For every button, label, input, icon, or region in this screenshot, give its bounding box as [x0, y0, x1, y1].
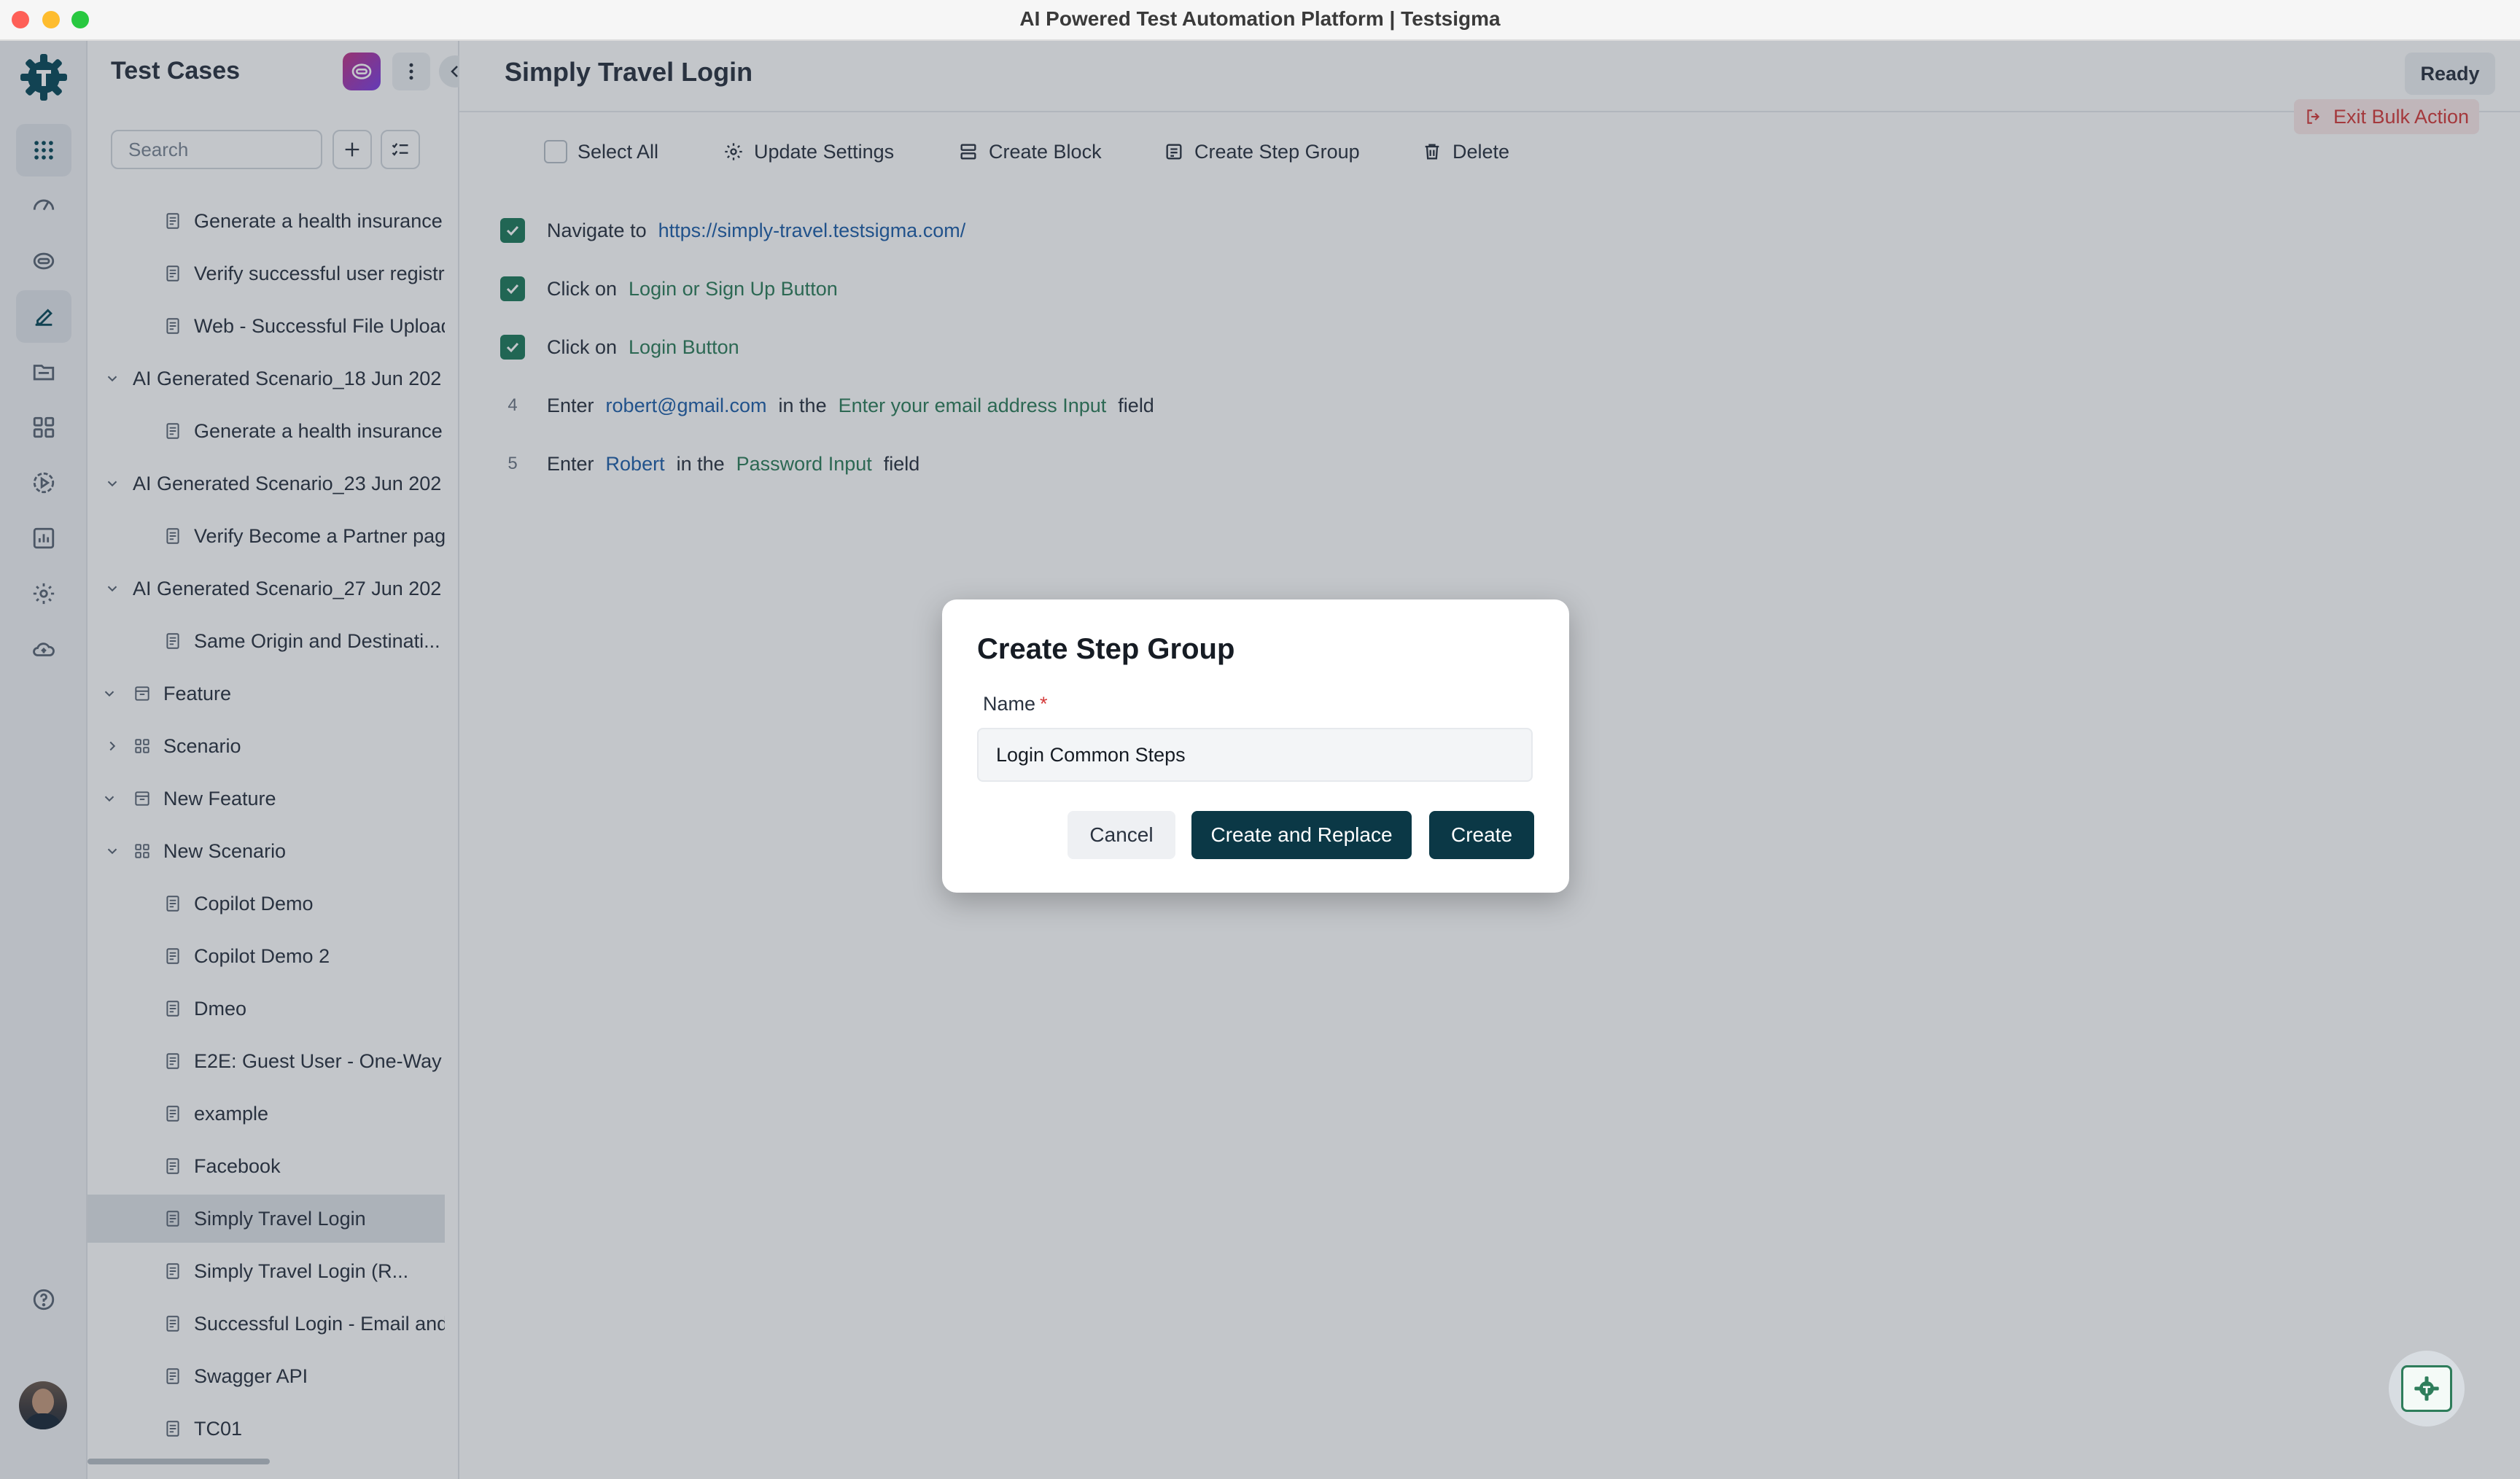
cancel-button[interactable]: Cancel	[1068, 811, 1175, 859]
window-titlebar: AI Powered Test Automation Platform | Te…	[0, 0, 2520, 41]
create-step-group-dialog: Create Step Group Name* Cancel Create an…	[942, 599, 1569, 893]
name-field-label: Name *	[983, 693, 1048, 715]
dialog-title: Create Step Group	[977, 633, 1235, 665]
required-mark: *	[1040, 693, 1048, 715]
chat-support-icon	[2401, 1365, 2452, 1412]
floating-help-button[interactable]	[2389, 1351, 2465, 1426]
window-title: AI Powered Test Automation Platform | Te…	[1019, 7, 1501, 30]
name-field[interactable]	[977, 728, 1533, 782]
create-button[interactable]: Create	[1429, 811, 1534, 859]
name-label-text: Name	[983, 693, 1036, 715]
create-and-replace-button[interactable]: Create and Replace	[1191, 811, 1412, 859]
